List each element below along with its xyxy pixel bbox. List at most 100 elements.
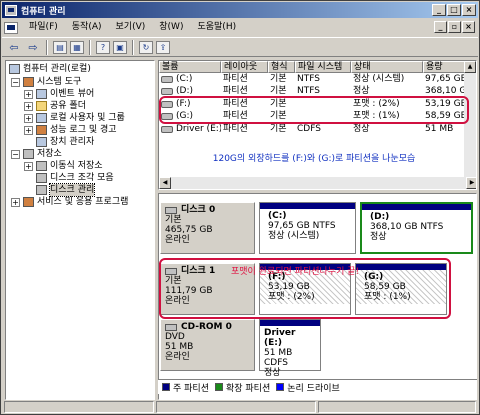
minimize-button[interactable]: _ [432,4,446,16]
column-header-status[interactable]: 상태 [351,61,423,73]
status-panel [4,401,154,413]
volume-list-horizontal-scrollbar[interactable]: ◀ ▶ [159,177,476,189]
legend-swatch [214,383,223,391]
tree-item-removable-storage[interactable]: + 이동식 저장소 [24,160,103,172]
tree-item-shared-folders[interactable]: + 공유 폴더 [24,100,86,112]
disk-0-info[interactable]: 디스크 0 기본 465,75 GB 온라인 [160,202,255,254]
menu-action[interactable]: 동작(A) [65,20,109,35]
volume-row[interactable]: (C:) 파티션 기본 NTFS 정상 (시스템) 97,65 GB [159,73,476,85]
tree-item-system-tools[interactable]: − 시스템 도구 [11,76,81,88]
users-icon [36,113,47,123]
volume-caption-annotation: 120G의 외장하드를 (F:)와 (G:)로 파티션을 나눈모습 [212,154,416,164]
services-icon [23,197,34,207]
computer-management-window: 컴퓨터 관리 _ □ × 파일(F) 동작(A) 보기(V) 창(W) 도움말(… [0,0,480,415]
up-level-icon[interactable]: ▤ [53,40,67,54]
column-header-filesystem[interactable]: 파일 시스템 [295,61,351,73]
scroll-up-icon[interactable]: ▲ [464,61,476,73]
volume-row[interactable]: (G:) 파티션 기본 포맷 : (1%) 58,59 GB [159,110,476,122]
drive-icon [161,112,173,120]
toolbar-separator [132,39,134,55]
tree-item-storage[interactable]: − 저장소 [11,148,62,160]
tree-item-defrag[interactable]: 디스크 조각 모음 [36,172,114,184]
column-header-volume[interactable]: 볼륨 [159,61,221,73]
refresh-icon[interactable]: ↻ [139,40,153,54]
forward-arrow-icon[interactable]: ⇨ [25,40,41,55]
menu-bar: 파일(F) 동작(A) 보기(V) 창(W) 도움말(H) _ ▫ × [2,19,478,36]
console-tree: 컴퓨터 관리(로컬) − 시스템 도구 + 이벤트 뷰어 + 공유 폴더 + 로… [5,60,155,400]
column-header-layout[interactable]: 레이아웃 [221,61,268,73]
computer-icon [9,64,20,74]
tools-icon [23,77,34,87]
tree-item-services[interactable]: + 서비스 및 응용 프로그램 [11,196,128,208]
partition-g[interactable]: (G:) 58,59 GB 포맷 : (1%) [355,263,447,315]
volume-row[interactable]: (D:) 파티션 기본 NTFS 정상 368,10 GB [159,85,476,97]
hard-disk-icon [165,206,177,214]
partition-e[interactable]: Driver (E:) 51 MB CDFS 정상 [259,319,321,378]
event-viewer-icon [36,89,47,99]
tree-item-root[interactable]: 컴퓨터 관리(로컬) [9,63,91,75]
menu-help[interactable]: 도움말(H) [190,20,243,35]
export-list-icon[interactable]: ⇪ [156,40,170,54]
drive-icon [161,87,173,95]
menu-file[interactable]: 파일(F) [22,20,65,35]
menu-window[interactable]: 창(W) [152,20,190,35]
removable-storage-icon [36,161,47,171]
expand-icon[interactable]: + [24,113,33,123]
menu-view[interactable]: 보기(V) [109,20,153,35]
expand-icon[interactable]: + [24,101,33,111]
tree-item-perf-logs[interactable]: + 성능 로그 및 경고 [24,124,117,136]
toolbar-separator [89,39,91,55]
scroll-right-icon[interactable]: ▶ [466,177,476,189]
defrag-icon [36,173,47,183]
partition-d[interactable]: (D:) 368,10 GB NTFS 정상 [360,202,473,254]
cdrom-0-info[interactable]: CD-ROM 0 DVD 51 MB 온라인 [160,319,255,371]
mdi-close-button[interactable]: × [462,21,475,33]
back-arrow-icon[interactable]: ⇦ [6,40,22,55]
toolbar: ⇦ ⇨ ▤ ▦ ? ▣ ↻ ⇪ [2,37,478,57]
volume-row[interactable]: (F:) 파티션 기본 포맷 : (2%) 53,19 GB [159,98,476,110]
collapse-icon[interactable]: − [11,149,20,159]
legend-extended: 확장 파티션 [214,381,270,394]
properties-icon[interactable]: ▣ [113,40,127,54]
window-title: 컴퓨터 관리 [21,6,66,17]
volume-list-vertical-scrollbar[interactable]: ▲ [464,61,476,179]
scroll-left-icon[interactable]: ◀ [159,177,171,189]
show-tree-icon[interactable]: ▦ [70,40,84,54]
tree-item-device-manager[interactable]: 장치 관리자 [36,136,94,148]
shared-folder-icon [36,101,47,111]
status-panel [318,401,476,413]
tree-item-local-users[interactable]: + 로컬 사용자 및 그룹 [24,112,125,124]
partition-legend: 주 파티션 확장 파티션 논리 드라이브 [158,379,477,394]
mdi-restore-button[interactable]: ▫ [448,21,461,33]
collapse-icon[interactable]: − [11,77,20,87]
tree-item-event-viewer[interactable]: + 이벤트 뷰어 [24,88,94,100]
volume-row[interactable]: Driver (E:) 파티션 기본 CDFS 정상 51 MB [159,123,476,135]
expand-icon[interactable]: + [24,125,33,135]
expand-icon[interactable]: + [24,161,33,171]
computer-management-icon [5,4,17,16]
expand-icon[interactable]: + [11,197,20,207]
maximize-button[interactable]: □ [447,4,461,16]
volume-list: 볼륨 레이아웃 형식 파일 시스템 상태 용량 (C:) 파티션 기본 NTFS… [158,60,477,190]
disk-management-icon [36,185,47,195]
expand-icon[interactable]: + [24,89,33,99]
hard-disk-icon [165,267,177,275]
title-bar[interactable]: 컴퓨터 관리 _ □ × [2,2,478,18]
close-button[interactable]: × [462,4,476,16]
volume-list-header: 볼륨 레이아웃 형식 파일 시스템 상태 용량 [159,61,476,73]
legend-logical: 논리 드라이브 [276,381,340,394]
help-icon[interactable]: ? [96,40,110,54]
device-manager-icon [36,137,47,147]
legend-swatch [276,383,285,391]
legend-swatch [162,383,170,391]
drive-icon [161,100,173,108]
column-header-type[interactable]: 형식 [268,61,295,73]
mdi-system-icon[interactable] [4,21,18,34]
cd-rom-icon [165,323,177,331]
status-bar [2,401,478,414]
drive-icon [161,75,173,83]
storage-icon [23,149,34,159]
mdi-minimize-button[interactable]: _ [434,21,447,33]
partition-c[interactable]: (C:) 97,65 GB NTFS 정상 (시스템) [259,202,356,254]
tree-item-disk-management[interactable]: 디스크 관리 [36,183,96,197]
